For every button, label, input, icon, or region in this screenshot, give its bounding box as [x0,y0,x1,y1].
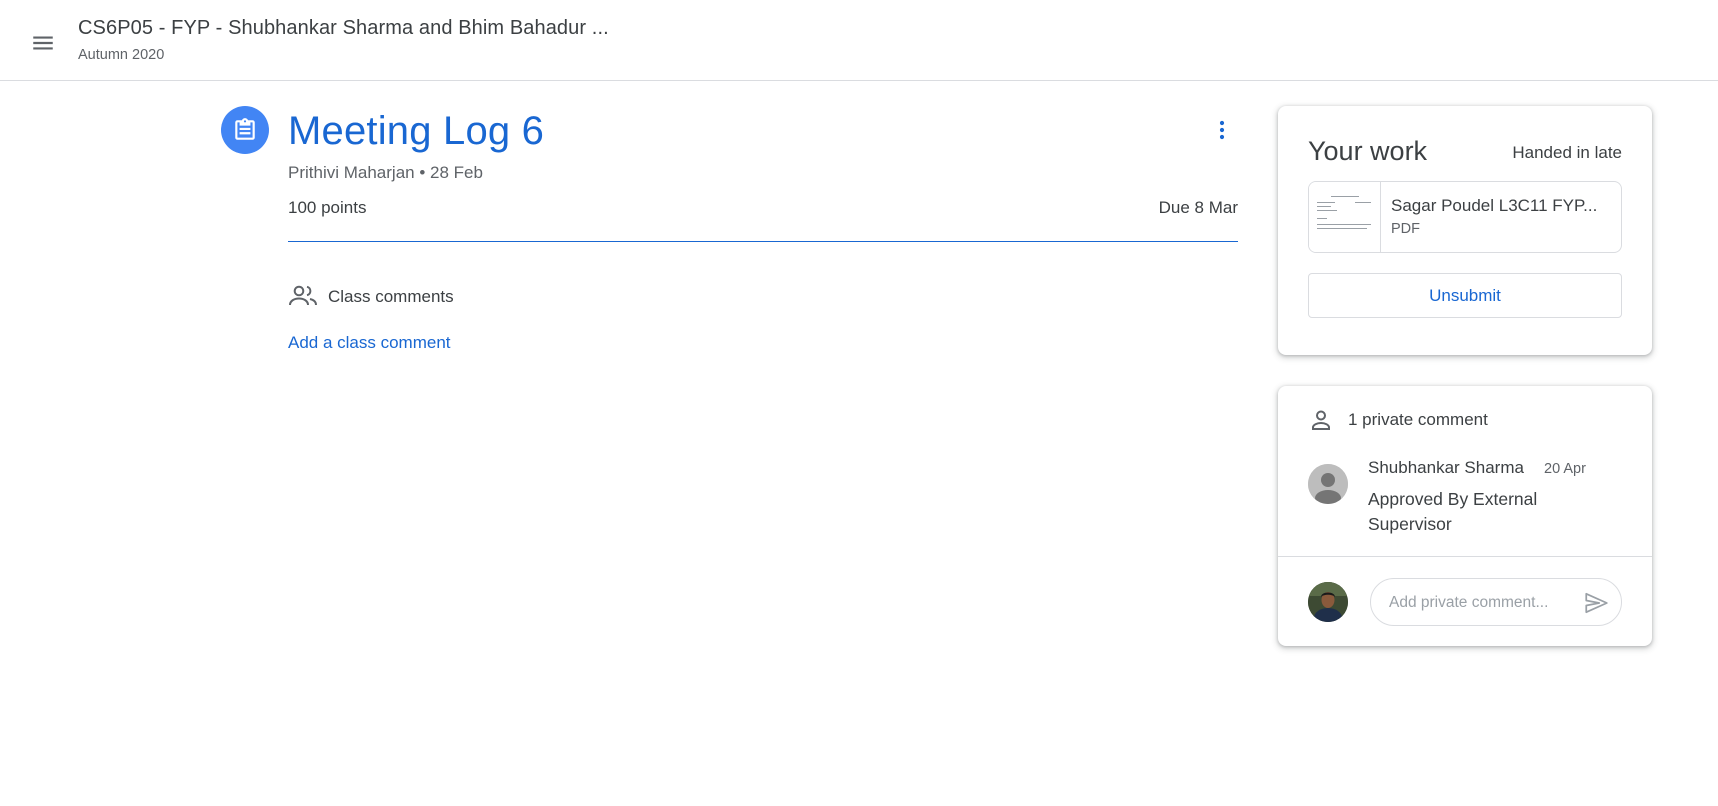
class-subtitle: Autumn 2020 [78,47,165,63]
more-vert-icon [1219,120,1225,140]
current-user-avatar [1308,582,1348,622]
comment-author: Shubhankar Sharma [1368,458,1524,477]
attachment-card[interactable]: Sagar Poudel L3C11 FYP... PDF [1308,181,1622,253]
comment-date: 20 Apr [1544,461,1586,477]
submission-status: Handed in late [1512,143,1622,162]
private-comment-box [1370,578,1622,626]
attachment-name: Sagar Poudel L3C11 FYP... [1391,196,1598,215]
assignment-icon [221,106,269,154]
top-app-bar: CS6P05 - FYP - Shubhankar Sharma and Bhi… [0,0,1718,81]
private-comment-input[interactable] [1389,591,1569,615]
people-icon [289,285,317,306]
pdf-thumbnail [1309,182,1381,252]
header-divider [288,241,1238,242]
class-title[interactable]: CS6P05 - FYP - Shubhankar Sharma and Bhi… [78,17,609,40]
attachment-type: PDF [1391,221,1420,237]
assignment-points: 100 points [288,198,367,217]
your-work-title: Your work [1308,136,1428,166]
more-options-button[interactable] [1202,110,1242,150]
hamburger-menu-icon [33,36,53,50]
your-work-card: Your work Handed in late Sagar Poudel L3… [1278,106,1652,355]
class-comments-label: Class comments [328,287,454,306]
unsubmit-button[interactable]: Unsubmit [1308,273,1622,318]
assignment-author-date: Prithivi Maharjan • 28 Feb [288,163,483,182]
user-photo-icon [1308,582,1348,622]
assignment-title: Meeting Log 6 [288,109,545,153]
send-icon[interactable] [1583,590,1609,616]
private-comment-count: 1 private comment [1348,410,1488,429]
comment-divider [1278,556,1652,557]
assignment-due-date: Due 8 Mar [1158,198,1238,217]
add-class-comment-link[interactable]: Add a class comment [288,333,451,353]
clipboard-icon [235,118,255,140]
private-comments-card: 1 private comment Shubhankar Sharma 20 A… [1278,386,1652,646]
avatar [1308,464,1348,504]
comment-text: Approved By External Supervisor [1368,489,1538,534]
person-icon [1312,410,1330,430]
main-menu-button[interactable] [20,20,66,66]
default-avatar-icon [1308,464,1348,504]
